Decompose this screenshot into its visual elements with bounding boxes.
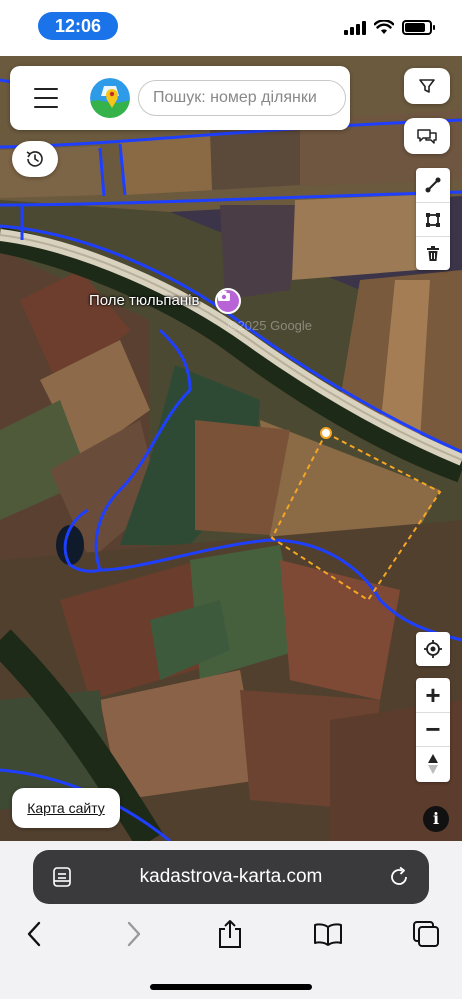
share-button[interactable]	[212, 916, 248, 952]
status-time: 12:06	[38, 12, 118, 40]
forward-arrow-icon	[127, 921, 141, 947]
filter-button[interactable]	[404, 68, 450, 104]
draw-polygon-icon	[426, 212, 440, 227]
zoom-in-button[interactable]: +	[416, 678, 450, 712]
address-bar[interactable]: kadastrova-karta.com	[33, 850, 429, 904]
zoom-controls: + −	[416, 678, 450, 782]
info-button[interactable]: i	[423, 806, 449, 832]
clock-history-icon	[26, 151, 43, 167]
trash-icon	[427, 245, 439, 261]
draw-line-button[interactable]	[416, 168, 450, 202]
draw-polygon-button[interactable]	[416, 202, 450, 236]
share-icon	[219, 920, 241, 948]
status-icons	[344, 20, 435, 35]
sitemap-link[interactable]: Карта сайту	[12, 788, 120, 828]
funnel-icon	[419, 79, 435, 93]
search-card	[10, 66, 350, 130]
forward-button[interactable]	[116, 916, 152, 952]
battery-icon	[402, 20, 435, 35]
compass-button[interactable]	[416, 746, 450, 780]
back-button[interactable]	[16, 916, 52, 952]
camera-poi-icon[interactable]	[215, 288, 241, 314]
compass-icon	[428, 753, 438, 774]
history-button[interactable]	[12, 141, 58, 177]
satellite-map[interactable]: Поле тюльпанів ©2025 Google	[0, 56, 462, 841]
url-text[interactable]: kadastrova-karta.com	[33, 866, 429, 888]
back-arrow-icon	[27, 921, 41, 947]
comments-button[interactable]	[404, 118, 450, 154]
status-bar: 12:06	[0, 0, 462, 56]
search-input[interactable]	[138, 80, 346, 116]
draw-tools	[416, 168, 450, 270]
chat-bubbles-icon	[417, 129, 437, 144]
poi-label[interactable]: Поле тюльпанів	[89, 292, 199, 309]
map-imagery	[0, 56, 462, 841]
crosshair-icon	[424, 640, 442, 658]
tabs-button[interactable]	[408, 916, 444, 952]
delete-drawing-button[interactable]	[416, 236, 450, 270]
zoom-out-button[interactable]: −	[416, 712, 450, 746]
map-logo-icon[interactable]	[90, 78, 130, 118]
hamburger-icon[interactable]	[34, 88, 58, 108]
reload-icon[interactable]	[387, 865, 411, 889]
book-icon	[314, 923, 342, 946]
tabs-icon	[413, 921, 439, 947]
home-indicator	[150, 984, 312, 990]
wifi-icon	[374, 20, 394, 34]
locate-button[interactable]	[416, 632, 450, 666]
map-watermark: ©2025 Google	[228, 318, 313, 333]
draw-line-icon	[425, 177, 441, 193]
cellular-signal-icon	[344, 20, 366, 35]
bookmarks-button[interactable]	[310, 916, 346, 952]
